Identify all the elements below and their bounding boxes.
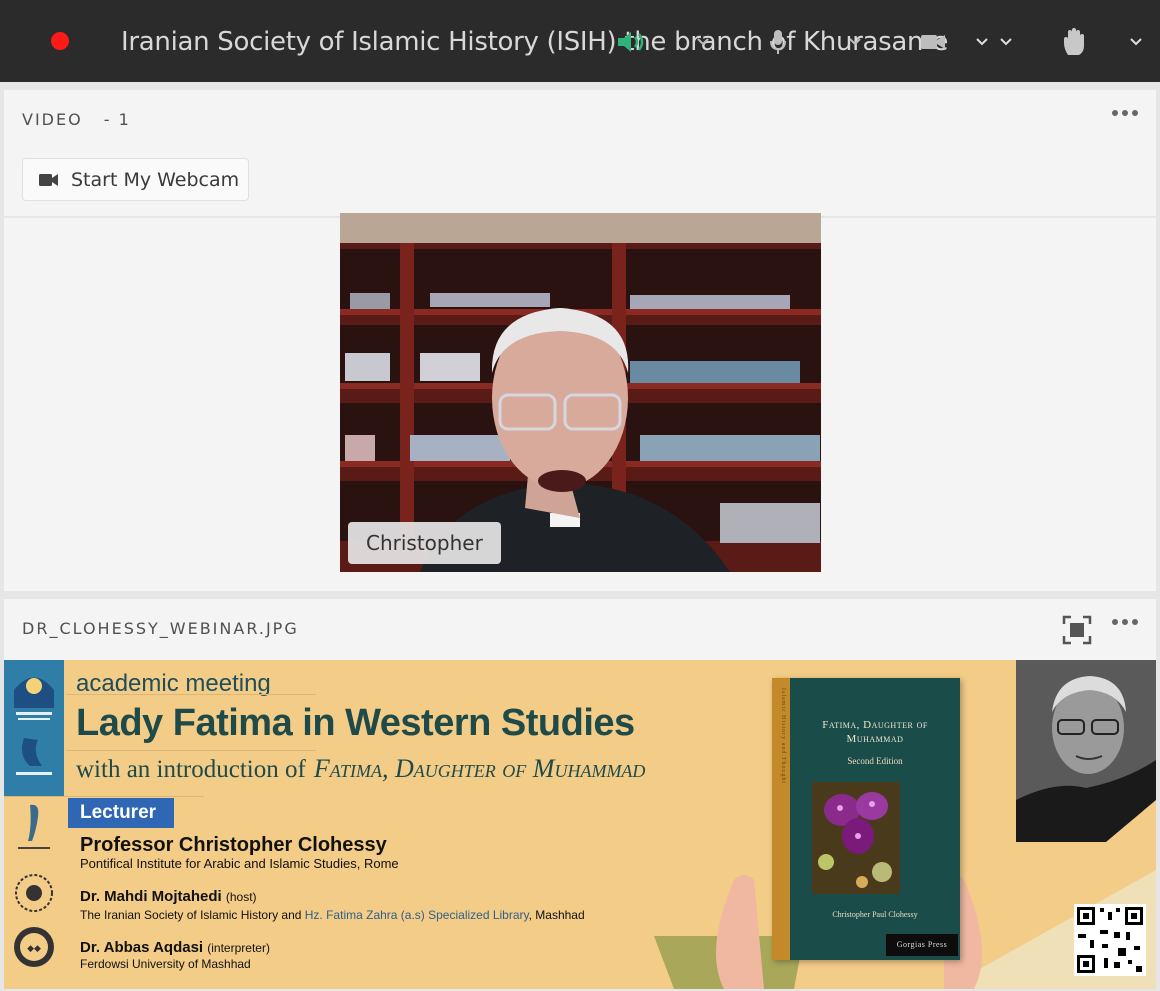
- participant-video[interactable]: Christopher: [340, 213, 821, 572]
- video-pod-label: VIDEO: [22, 110, 83, 129]
- svg-text:◆◆: ◆◆: [27, 944, 41, 954]
- book-series: Islamic History and Thought: [780, 688, 786, 785]
- speaker2-affiliation: The Iranian Society of Islamic History a…: [80, 908, 585, 922]
- video-pod: VIDEO - 1 Start My Webcam Christopher: [4, 90, 1156, 591]
- record-icon[interactable]: [51, 32, 69, 50]
- book-author: Christopher Paul Clohessy: [832, 910, 918, 919]
- lecturer-label: Lecturer: [68, 798, 174, 828]
- start-webcam-button[interactable]: Start My Webcam: [22, 158, 249, 201]
- poster-intro-book: Fatima, Daughter of Muhammad: [313, 754, 646, 783]
- camera-icon[interactable]: [918, 28, 948, 56]
- meeting-toolbar: Iranian Society of Islamic History (ISIH…: [0, 0, 1160, 82]
- start-webcam-label: Start My Webcam: [71, 168, 240, 191]
- video-pod-title: VIDEO - 1: [22, 110, 131, 129]
- speaker1-affiliation: Pontifical Institute for Arabic and Isla…: [80, 856, 399, 871]
- qr-code: [1074, 904, 1146, 976]
- book-cover: Islamic History and Thought Fatima, Daug…: [772, 678, 960, 960]
- webcam-icon: [39, 173, 58, 186]
- raise-hand-icon[interactable]: [1058, 28, 1090, 56]
- speaker2-aff-library: Hz. Fatima Zahra (a.s) Specialized Libra…: [304, 908, 529, 922]
- poster-rule-2: [66, 750, 316, 751]
- video-pod-count: - 1: [103, 110, 131, 129]
- speaker2-name: Dr. Mahdi Mojtahedi: [80, 888, 222, 905]
- video-frame: [340, 213, 821, 572]
- file-share-pod: DR_CLOHESSY_WEBINAR.JPG ◆◆ academic meet…: [4, 599, 1156, 989]
- speaker3-name: Dr. Abbas Aqdasi: [80, 939, 204, 956]
- society-logo: [4, 660, 64, 797]
- book-cover-art: [812, 782, 900, 894]
- file-pod-more-icon[interactable]: [1112, 619, 1138, 625]
- camera-chevron-down-icon[interactable]: [973, 28, 991, 56]
- speaker2-aff-city: , Mashhad: [528, 908, 585, 922]
- speaker3: Dr. Abbas Aqdasi (interpreter): [80, 939, 270, 956]
- lecturer-photo: [1016, 660, 1156, 842]
- poster-rule-1: [66, 694, 316, 695]
- participant-name-tag: Christopher: [348, 522, 501, 564]
- book-edition: Second Edition: [847, 756, 903, 766]
- microphone-chevron-down-icon[interactable]: [846, 28, 864, 56]
- speaker3-affiliation: Ferdowsi University of Mashhad: [80, 957, 251, 971]
- poster-title: Lady Fatima in Western Studies: [76, 702, 635, 744]
- partner-logos: ◆◆: [14, 804, 54, 967]
- hand-chevron-down-icon[interactable]: [1127, 28, 1145, 56]
- speaker2: Dr. Mahdi Mojtahedi (host): [80, 888, 257, 905]
- speaker-chevron-down-icon[interactable]: [694, 28, 712, 56]
- speaker3-role: (interpreter): [207, 941, 270, 955]
- speaker2-role: (host): [225, 890, 257, 904]
- meeting-title: Iranian Society of Islamic History (ISIH…: [121, 27, 947, 57]
- book-publisher: Gorgias Press: [886, 934, 958, 956]
- file-pod-title: DR_CLOHESSY_WEBINAR.JPG: [22, 619, 299, 638]
- poster-intro-prefix: with an introduction of: [76, 756, 306, 783]
- speaker2-aff-society: The Iranian Society of Islamic History a…: [80, 908, 305, 922]
- book-title: Fatima, Daughter of Muhammad: [822, 719, 928, 745]
- options-chevron-down-icon[interactable]: [997, 28, 1015, 56]
- fullscreen-icon[interactable]: [1062, 615, 1092, 645]
- speaker1-name: Professor Christopher Clohessy: [80, 834, 387, 856]
- video-pod-more-icon[interactable]: [1112, 110, 1138, 116]
- poster-intro: with an introduction of Fatima, Daughter …: [76, 754, 645, 784]
- speaker-icon[interactable]: [614, 28, 648, 56]
- institution-logos: ◆◆: [4, 660, 64, 989]
- webinar-poster-image: ◆◆ academic meeting Lady Fatima in Weste…: [4, 660, 1156, 989]
- microphone-icon[interactable]: [766, 28, 790, 56]
